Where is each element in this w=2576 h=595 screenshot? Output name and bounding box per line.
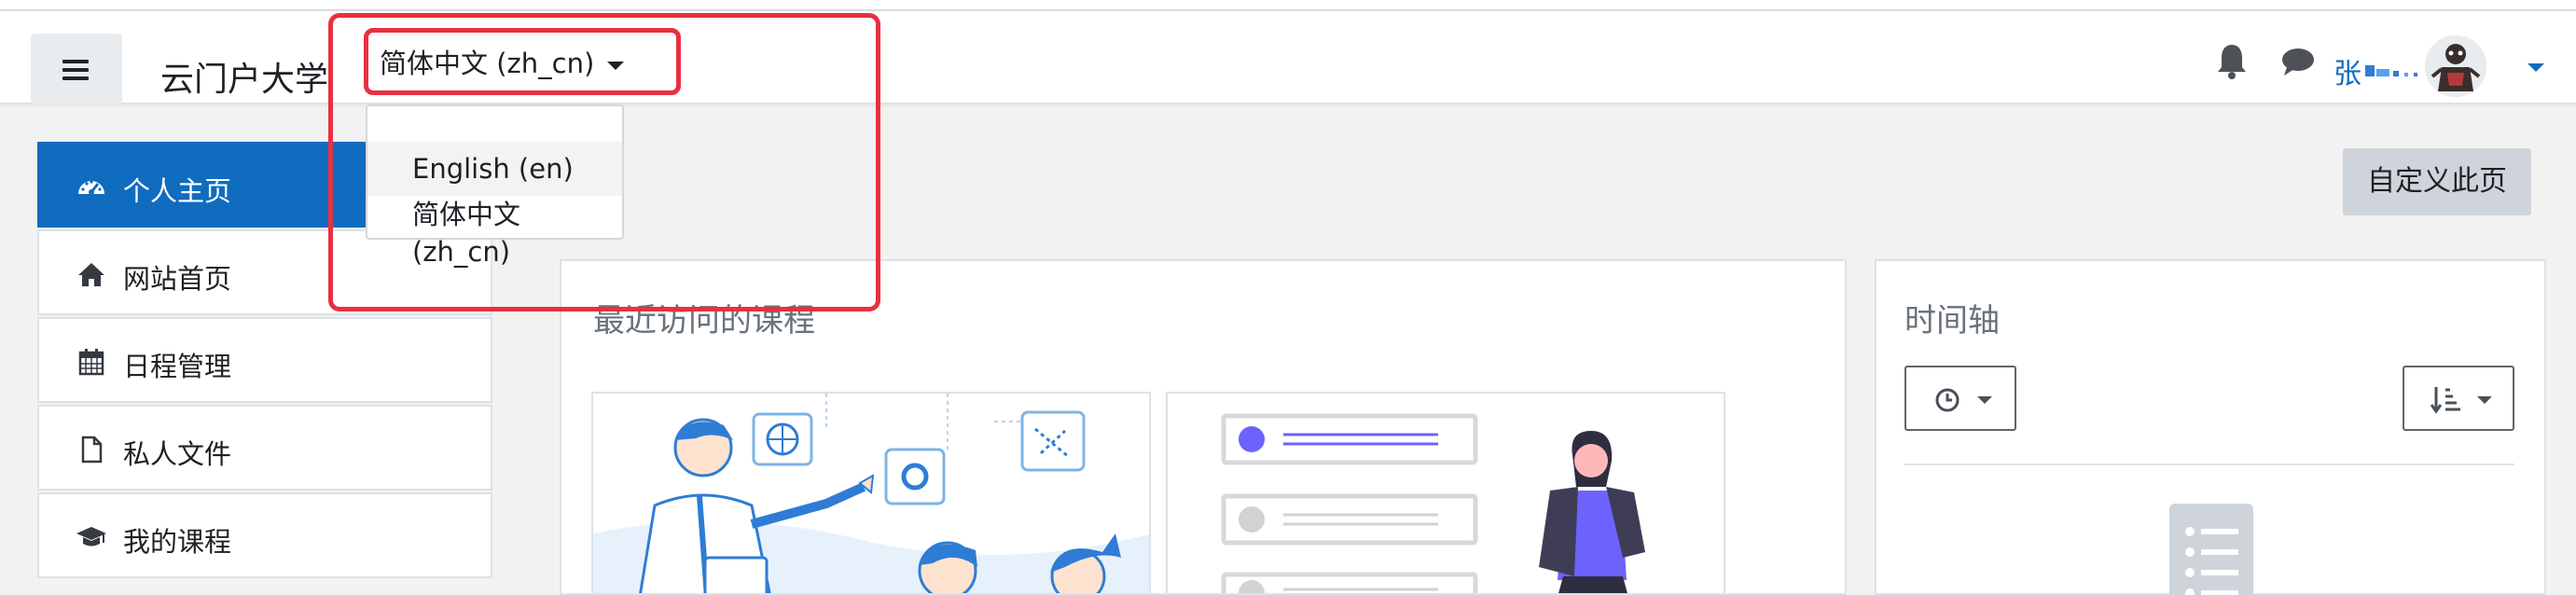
drawer-toggle-button[interactable] bbox=[31, 34, 122, 104]
hamburger-icon bbox=[62, 60, 89, 80]
graduation-cap-icon bbox=[76, 527, 106, 547]
window-top-strip bbox=[0, 0, 2576, 11]
sidebar-item-private-files[interactable]: 私人文件 bbox=[37, 405, 492, 491]
clock-icon bbox=[1935, 388, 1960, 412]
sidebar-item-label: 网站首页 bbox=[123, 263, 232, 295]
course-card-image-2[interactable] bbox=[1166, 392, 1725, 595]
language-dropdown-menu: English (en) 简体中文 (zh_cn) bbox=[366, 104, 624, 268]
file-icon bbox=[81, 436, 103, 464]
site-name[interactable]: 云门户大学 bbox=[160, 52, 328, 101]
dashboard-icon bbox=[78, 180, 104, 195]
user-name[interactable]: 张 bbox=[2334, 50, 2361, 91]
calendar-icon bbox=[78, 349, 104, 376]
sidebar-item-label: 私人文件 bbox=[123, 438, 232, 470]
course-card-image-1[interactable] bbox=[591, 392, 1151, 595]
timeline-title: 时间轴 bbox=[1904, 302, 2000, 339]
bell-icon[interactable] bbox=[2216, 43, 2248, 80]
course-illustration-teamwork bbox=[593, 394, 1149, 593]
blurred-name-overlay bbox=[2365, 65, 2417, 76]
sidebar-item-calendar[interactable]: 日程管理 bbox=[37, 317, 492, 403]
customize-page-button[interactable]: 自定义此页 bbox=[2343, 148, 2531, 215]
home-icon bbox=[78, 263, 104, 286]
highlight-box-language-toggle bbox=[364, 28, 681, 95]
sidebar-item-my-courses[interactable]: 我的课程 bbox=[37, 492, 492, 578]
timeline-divider bbox=[1904, 464, 2514, 465]
sidebar-item-label: 日程管理 bbox=[123, 351, 232, 382]
caret-down-icon bbox=[2477, 396, 2492, 404]
sidebar-item-label: 我的课程 bbox=[123, 526, 232, 558]
timeline-filter-button[interactable] bbox=[1904, 366, 2016, 431]
user-avatar[interactable] bbox=[2425, 35, 2486, 97]
course-illustration-checklist bbox=[1168, 394, 1724, 593]
sidebar-item-label: 个人主页 bbox=[123, 175, 232, 207]
language-option-zh-cn[interactable]: 简体中文 (zh_cn) bbox=[367, 196, 622, 268]
user-menu-caret-icon[interactable] bbox=[2528, 63, 2544, 72]
avatar-image bbox=[2425, 35, 2486, 97]
empty-timeline-list-icon bbox=[2169, 504, 2253, 595]
sort-amount-icon bbox=[2431, 387, 2460, 414]
language-option-en[interactable]: English (en) bbox=[367, 142, 622, 196]
timeline-sort-button[interactable] bbox=[2403, 366, 2514, 431]
recent-courses-title: 最近访问的课程 bbox=[593, 302, 815, 339]
caret-down-icon bbox=[1977, 396, 1992, 404]
chat-bubble-icon[interactable] bbox=[2281, 47, 2315, 76]
